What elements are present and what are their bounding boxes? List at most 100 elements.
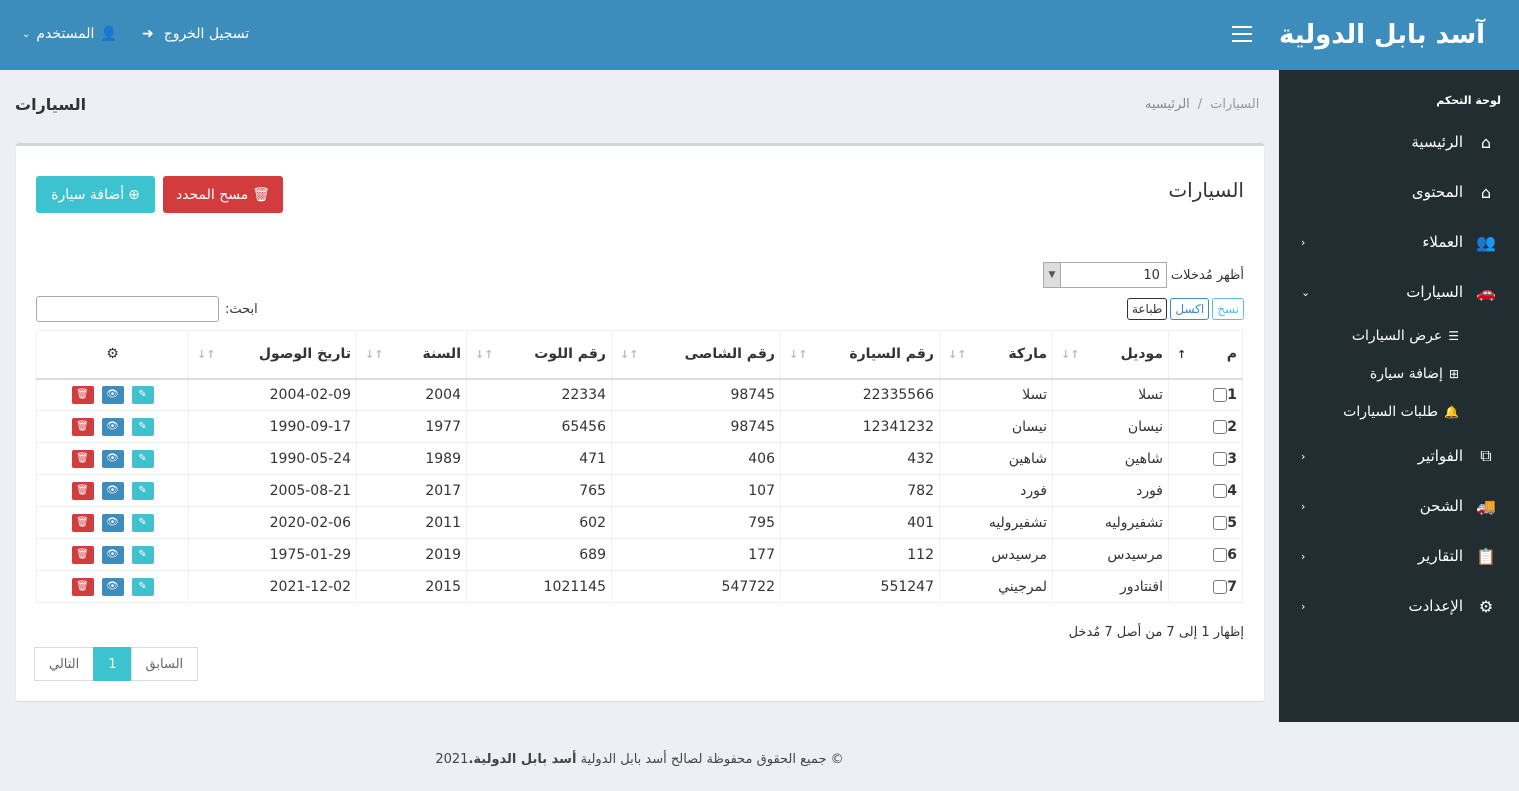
table-cell: 551247 (780, 570, 940, 603)
row-actions-cell: 🗑 👁 ✎ (36, 506, 189, 539)
gear-icon: ⚙ (1478, 596, 1494, 616)
column-header-car-number[interactable]: رقم السيارة ↑↓ (780, 330, 940, 380)
view-row-button[interactable]: 👁 (101, 481, 124, 500)
page-length-value: 10 (1143, 267, 1160, 283)
column-header-year[interactable]: السنة ↑↓ (356, 330, 467, 380)
delete-row-button[interactable]: 🗑 (71, 385, 94, 404)
pagination-prev[interactable]: السابق (130, 647, 199, 681)
table-cell: 22334 (466, 378, 612, 411)
row-index: 2 (1227, 418, 1237, 435)
delete-row-button[interactable]: 🗑 (71, 449, 94, 468)
edit-icon: ✎ (138, 581, 147, 592)
sort-icon: ↑↓ (789, 348, 808, 361)
table-cell: نيسان (939, 410, 1053, 443)
row-checkbox[interactable] (1213, 515, 1228, 530)
logout-button[interactable]: تسجيل الخروج ➜ (142, 26, 249, 42)
table-cell: 2020-02-06 (188, 506, 357, 539)
edit-row-button[interactable]: ✎ (131, 449, 154, 468)
sidebar-item-cars[interactable]: 🚗 السيارات ⌄ (1279, 267, 1519, 317)
add-car-button[interactable]: ⊕ أضافة سيارة (36, 176, 155, 213)
column-header-brand[interactable]: ماركة ↑↓ (939, 330, 1053, 380)
sidebar-item-reports[interactable]: 📋 التقارير ‹ (1279, 531, 1519, 581)
delete-row-button[interactable]: 🗑 (71, 545, 94, 564)
delete-row-button[interactable]: 🗑 (71, 481, 94, 500)
pagination-page-1[interactable]: 1 (93, 647, 132, 681)
page-length-label: أظهر مُدخلات (1170, 267, 1244, 283)
sort-icon: ↑↓ (197, 348, 216, 361)
view-row-button[interactable]: 👁 (101, 385, 124, 404)
edit-row-button[interactable]: ✎ (131, 545, 154, 564)
sidebar-subitem-view-cars[interactable]: ☰ عرض السيارات (1279, 317, 1519, 355)
delete-row-button[interactable]: 🗑 (71, 417, 94, 436)
breadcrumb-separator: / (1197, 97, 1203, 112)
sidebar-item-invoices[interactable]: ⧉ الفواتير ‹ (1279, 431, 1519, 481)
column-header-index[interactable]: م ↑ (1168, 330, 1243, 380)
table-cell: تسلا (939, 378, 1053, 411)
row-index-cell: 1 (1168, 378, 1243, 411)
pagination-next[interactable]: التالي (34, 647, 95, 681)
sidebar-item-home[interactable]: ⌂ الرئيسية (1279, 117, 1519, 167)
sidebar-subitem-label: عرض السيارات (1351, 328, 1443, 344)
column-header-arrival-date[interactable]: تاريخ الوصول ↑↓ (188, 330, 357, 380)
edit-row-button[interactable]: ✎ (131, 513, 154, 532)
row-checkbox[interactable] (1213, 483, 1228, 498)
cars-table: م ↑ موديل ↑↓ ماركة ↑↓ رقم السيارة ↑↓ رقم الش… (36, 330, 1243, 603)
table-cell: 2021-12-02 (188, 570, 357, 603)
sidebar-item-settings[interactable]: ⚙ الإعدادت ‹ (1279, 581, 1519, 631)
table-cell: 2004 (356, 378, 467, 411)
brand-logo[interactable]: آسد بابل الدولية (1279, 0, 1519, 70)
page-length-select[interactable]: ▼ 10 (1042, 262, 1167, 288)
sidebar-subitem-add-car[interactable]: ⊞ إضافة سيارة (1279, 355, 1519, 393)
row-checkbox[interactable] (1213, 579, 1228, 594)
breadcrumb-home-link[interactable]: الرئيسيه (1145, 97, 1190, 112)
sidebar-toggle-icon[interactable] (1232, 26, 1252, 42)
sidebar-subitem-car-requests[interactable]: 🔔 طلبات السيارات (1279, 393, 1519, 431)
edit-row-button[interactable]: ✎ (131, 385, 154, 404)
chevron-down-icon: ⌄ (22, 28, 31, 40)
user-menu[interactable]: 👤 المستخدم ⌄ (22, 26, 118, 42)
column-header-lot-number[interactable]: رقم اللوت ↑↓ (466, 330, 612, 380)
view-row-button[interactable]: 👁 (101, 577, 124, 596)
delete-row-button[interactable]: 🗑 (71, 577, 94, 596)
row-checkbox[interactable] (1213, 451, 1228, 466)
view-row-button[interactable]: 👁 (101, 449, 124, 468)
table-cell: 1977 (356, 410, 467, 443)
footer-year: 2021 (435, 752, 469, 767)
sidebar-item-clients[interactable]: 👥 العملاء ‹ (1279, 217, 1519, 267)
table-row: 5 تشفيروليه تشفيروليه 401 795 602 2011 2020-02-… (36, 506, 1243, 539)
delete-selected-button[interactable]: 🗑 مسح المحدد (163, 176, 283, 213)
print-button[interactable]: طباعة (1126, 298, 1168, 320)
copy-button[interactable]: نسخ (1212, 298, 1244, 320)
edit-row-button[interactable]: ✎ (131, 481, 154, 500)
table-header-row: م ↑ موديل ↑↓ ماركة ↑↓ رقم السيارة ↑↓ رقم الش… (36, 330, 1243, 380)
row-checkbox[interactable] (1213, 387, 1228, 402)
table-cell: 401 (780, 506, 940, 539)
column-header-model[interactable]: موديل ↑↓ (1052, 330, 1169, 380)
view-row-button[interactable]: 👁 (101, 513, 124, 532)
table-cell: 1990-09-17 (188, 410, 357, 443)
sidebar-item-shipping[interactable]: 🚚 الشحن ‹ (1279, 481, 1519, 531)
search-input[interactable] (36, 296, 219, 322)
chevron-left-icon: ‹ (1301, 499, 1306, 513)
row-checkbox[interactable] (1213, 547, 1228, 562)
delete-row-button[interactable]: 🗑 (71, 513, 94, 532)
sort-icon: ↑↓ (365, 348, 384, 361)
view-row-button[interactable]: 👁 (101, 417, 124, 436)
column-header-chassis-number[interactable]: رقم الشاصى ↑↓ (611, 330, 781, 380)
table-cell: 1975-01-29 (188, 538, 357, 571)
sidebar-item-label: السيارات (1406, 283, 1463, 301)
view-row-button[interactable]: 👁 (101, 545, 124, 564)
edit-row-button[interactable]: ✎ (131, 417, 154, 436)
search-control: ابحث: (36, 296, 258, 322)
table-cell: 782 (780, 474, 940, 507)
page-title: السيارات (15, 95, 87, 114)
excel-button[interactable]: اكسل (1170, 298, 1210, 320)
table-cell: 547722 (611, 570, 781, 603)
edit-row-button[interactable]: ✎ (131, 577, 154, 596)
sidebar-item-content[interactable]: ⌂ المحتوى (1279, 167, 1519, 217)
edit-icon: ✎ (138, 389, 147, 401)
sidebar-item-label: الشحن (1419, 497, 1463, 515)
trash-icon: 🗑 (252, 186, 271, 203)
row-checkbox[interactable] (1213, 419, 1228, 434)
table-cell: 2015 (356, 570, 467, 603)
